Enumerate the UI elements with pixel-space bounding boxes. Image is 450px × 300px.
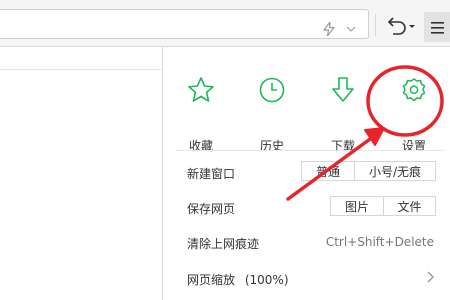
download-icon — [332, 77, 354, 102]
clear-history-label: 清除上网痕迹 — [187, 237, 260, 251]
chevron-right-icon — [426, 271, 434, 286]
save-as-image-button[interactable]: 图片 — [330, 196, 384, 216]
clock-icon — [259, 77, 285, 103]
new-incognito-window-button[interactable]: 小号/无痕 — [354, 161, 436, 181]
zoom-level-value: (100%) — [244, 273, 289, 287]
undo-icon — [387, 17, 415, 35]
favorites-label: 收藏 — [188, 139, 213, 153]
settings-tile[interactable]: 设置 — [388, 75, 440, 153]
page-zoom-label: 网页缩放 (100%) — [187, 271, 289, 288]
main-menu-button[interactable] — [424, 12, 450, 42]
download-label: 下载 — [330, 139, 355, 153]
web-page-area — [0, 47, 162, 300]
new-normal-window-button[interactable]: 普通 — [301, 161, 355, 181]
undo-button[interactable] — [384, 14, 420, 36]
chevron-down-icon[interactable] — [346, 22, 356, 36]
toolbar-divider — [375, 14, 376, 36]
star-icon — [188, 77, 214, 102]
gear-icon — [402, 78, 426, 102]
address-bar[interactable] — [0, 9, 369, 39]
page-zoom-item[interactable]: 网页缩放 (100%) — [163, 263, 450, 291]
history-label: 历史 — [259, 139, 284, 153]
hamburger-menu-icon — [431, 22, 444, 34]
menu-divider — [175, 150, 445, 151]
clear-history-shortcut: Ctrl+Shift+Delete — [325, 235, 434, 249]
zoom-label-text: 网页缩放 — [187, 273, 236, 287]
main-menu-panel: 收藏 历史 下载 设置 新建窗口 普通 小号/无痕 保存网页 图片 文件 清除上… — [162, 47, 450, 300]
bolt-icon[interactable] — [323, 21, 335, 39]
browser-toolbar — [0, 0, 450, 47]
new-window-label: 新建窗口 — [187, 167, 236, 181]
favorites-tile[interactable]: 收藏 — [175, 75, 227, 153]
clear-history-item[interactable]: 清除上网痕迹 Ctrl+Shift+Delete — [163, 227, 450, 257]
download-tile[interactable]: 下载 — [317, 75, 369, 153]
page-divider — [0, 69, 162, 70]
history-tile[interactable]: 历史 — [246, 75, 298, 153]
save-as-file-button[interactable]: 文件 — [383, 196, 436, 216]
settings-label: 设置 — [401, 139, 426, 153]
save-page-label: 保存网页 — [187, 202, 236, 216]
